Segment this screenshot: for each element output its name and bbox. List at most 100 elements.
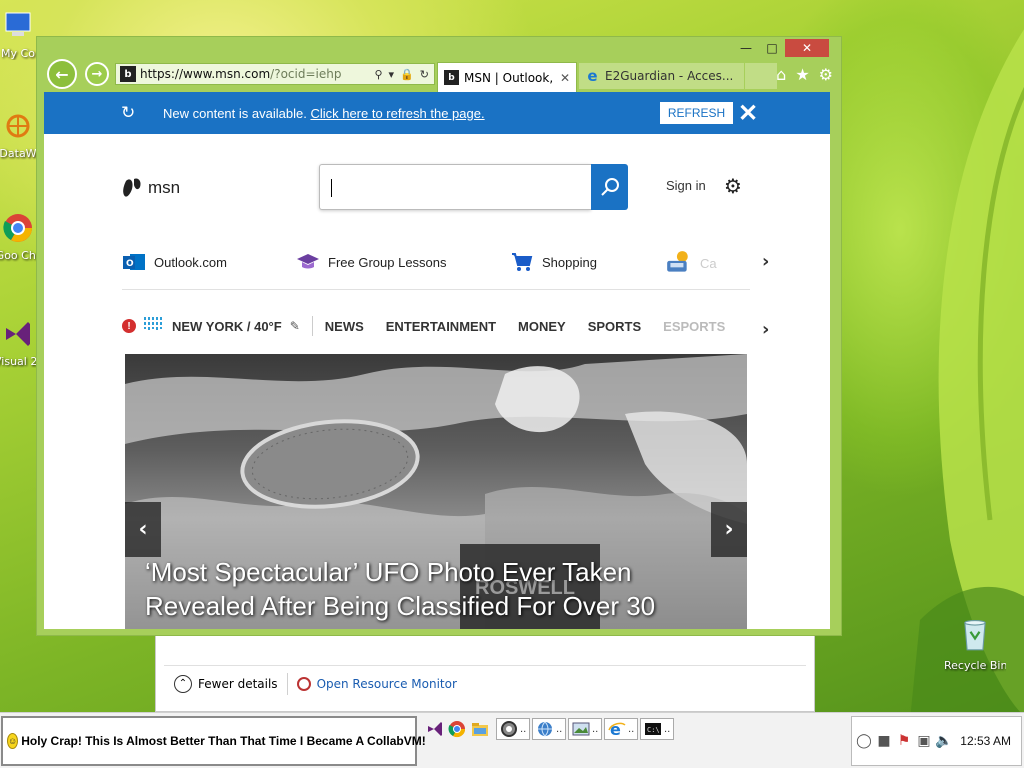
window-controls: — □ ✕: [733, 39, 829, 57]
carousel-next-button[interactable]: ›: [711, 502, 747, 557]
nav-entertainment[interactable]: ENTERTAINMENT: [386, 319, 496, 334]
visual-studio-icon: [6, 322, 30, 346]
refresh-page-link[interactable]: Click here to refresh the page.: [310, 106, 484, 121]
quick-link-label: Ca: [700, 255, 717, 271]
settings-gear-icon[interactable]: ⚙: [819, 65, 833, 84]
ellipsis: ..: [628, 723, 635, 735]
url-main: https://www.msn.com: [140, 67, 271, 81]
nav-esports[interactable]: ESPORTS: [663, 319, 725, 334]
volume-icon[interactable]: 🔈: [935, 733, 952, 749]
minimize-button[interactable]: —: [733, 39, 759, 57]
recycle-bin-icon: [964, 619, 986, 651]
weather-location[interactable]: NEW YORK / 40°F: [172, 319, 282, 334]
divider: [311, 316, 313, 336]
hero-headline-line-2: Revealed After Being Classified For Over…: [145, 591, 656, 621]
msn-favicon-icon: b: [120, 66, 136, 82]
chevron-right-icon[interactable]: ›: [762, 251, 769, 272]
graduation-cap-icon: [297, 254, 319, 269]
notification-text: New content is available. Click here to …: [163, 106, 485, 121]
quick-link-label: Outlook.com: [154, 254, 227, 270]
back-button[interactable]: ←: [47, 59, 77, 89]
close-button[interactable]: ✕: [785, 39, 829, 57]
weather-alert-icon[interactable]: !: [122, 319, 136, 333]
quick-link-free-group-lessons[interactable]: Free Group Lessons: [296, 250, 447, 274]
taskbar-clock[interactable]: 12:53 AM: [960, 734, 1011, 748]
arrow-left-icon: ←: [55, 64, 69, 84]
chevron-up-icon: ⌃: [174, 674, 192, 693]
ellipsis: ..: [520, 723, 527, 735]
search-button[interactable]: [591, 164, 628, 210]
maximize-button[interactable]: □: [759, 39, 785, 57]
forward-button[interactable]: →: [85, 62, 109, 86]
divider: [122, 289, 750, 290]
taskbar-image-viewer[interactable]: ..: [568, 718, 603, 740]
msn-butterfly-icon: [123, 178, 141, 197]
file-explorer-icon: [472, 723, 488, 736]
tab-e2guardian[interactable]: e E2Guardian - Acces...: [579, 63, 744, 89]
quick-link-cars[interactable]: Ca: [664, 250, 717, 276]
search-input[interactable]: [319, 164, 591, 210]
arrow-right-icon: →: [91, 66, 103, 82]
page-viewport: ↻ New content is available. Click here t…: [44, 92, 830, 629]
search-icon: [600, 178, 619, 196]
msn-logo[interactable]: msn: [122, 175, 180, 201]
internet-explorer-window: — □ ✕ ← → b https://www.msn.com/?ocid=ie…: [36, 36, 842, 636]
ellipsis: ..: [592, 723, 599, 735]
quick-link-outlook[interactable]: O Outlook.com: [122, 250, 227, 274]
address-bar[interactable]: b https://www.msn.com/?ocid=iehp ⚲ ▾ 🔒 ↻: [115, 63, 435, 85]
carousel-prev-button[interactable]: ‹: [125, 502, 161, 557]
tab-msn[interactable]: b MSN | Outlook, ... ✕: [437, 62, 577, 92]
edit-pencil-icon[interactable]: ✎: [290, 319, 300, 333]
nav-money[interactable]: MONEY: [518, 319, 566, 334]
taskbar-chrome[interactable]: [448, 718, 466, 740]
open-resource-monitor-label: Open Resource Monitor: [316, 676, 457, 691]
visual-studio-icon: [428, 722, 442, 736]
app-icon: [501, 721, 517, 737]
taskbar-network[interactable]: ..: [532, 718, 567, 740]
tab-label: MSN | Outlook, ...: [464, 70, 555, 85]
chevron-left-icon: ‹: [138, 517, 148, 542]
taskbar-visual-studio[interactable]: [426, 718, 444, 740]
smiley-icon: ☺: [7, 733, 19, 749]
taskbar-command-prompt[interactable]: C:\ ..: [640, 718, 675, 740]
svg-text:O: O: [126, 259, 134, 269]
tab-close-icon[interactable]: ✕: [560, 71, 570, 85]
refresh-button[interactable]: REFRESH: [660, 102, 733, 124]
dropdown-icon[interactable]: ▾: [389, 68, 395, 81]
action-center-flag-icon[interactable]: ⚑: [896, 733, 912, 749]
datawatch-icon: [6, 114, 30, 138]
notification-bar: ↻ New content is available. Click here t…: [44, 92, 830, 134]
nav-news[interactable]: NEWS: [325, 319, 364, 334]
taskbar-app[interactable]: ..: [496, 718, 531, 740]
new-tab-button[interactable]: [745, 63, 777, 89]
notification-message: New content is available.: [163, 106, 307, 121]
settings-gear-icon[interactable]: ⚙: [724, 174, 742, 198]
nav-sports[interactable]: SPORTS: [588, 319, 641, 334]
open-resource-monitor-link[interactable]: Open Resource Monitor: [296, 676, 457, 691]
taskbar-internet-explorer[interactable]: e ..: [604, 718, 639, 740]
desktop-icon-recycle-bin[interactable]: Recycle Bin: [944, 614, 1006, 672]
favorites-star-icon[interactable]: ★: [795, 65, 809, 84]
tray-square-icon[interactable]: ■: [876, 733, 892, 749]
address-url[interactable]: https://www.msn.com/?ocid=iehp: [140, 67, 374, 81]
lock-icon[interactable]: 🔒: [400, 68, 414, 81]
quick-link-label: Shopping: [542, 254, 597, 270]
home-icon[interactable]: ⌂: [776, 65, 786, 84]
start-button-message[interactable]: ☺ Holy Crap! This Is Almost Better Than …: [1, 716, 426, 766]
search-icon[interactable]: ⚲: [374, 68, 382, 81]
network-status-icon[interactable]: ▣: [916, 733, 932, 749]
refresh-icon[interactable]: ↻: [420, 68, 429, 81]
hero-carousel[interactable]: ROSWELL ‹ › ‘Most Spectacular’ UFO Photo…: [125, 354, 747, 629]
taskbar-file-explorer[interactable]: [471, 718, 489, 740]
tray-app-icon[interactable]: ◯: [856, 733, 872, 749]
hero-headline-line-1: ‘Most Spectacular’ UFO Photo Ever Taken: [145, 557, 632, 587]
quick-link-shopping[interactable]: Shopping: [510, 250, 597, 274]
internet-explorer-icon: e: [608, 720, 626, 738]
ellipsis: ..: [556, 723, 563, 735]
chevron-right-icon[interactable]: ›: [762, 319, 769, 340]
close-notification-icon[interactable]: ✕: [738, 99, 758, 128]
sign-in-link[interactable]: Sign in: [666, 178, 706, 193]
desktop-icon-label: Recycle Bin: [944, 659, 1006, 672]
fewer-details-button[interactable]: ⌃ Fewer details: [174, 674, 278, 693]
hero-headline[interactable]: ‘Most Spectacular’ UFO Photo Ever Taken …: [145, 555, 735, 623]
